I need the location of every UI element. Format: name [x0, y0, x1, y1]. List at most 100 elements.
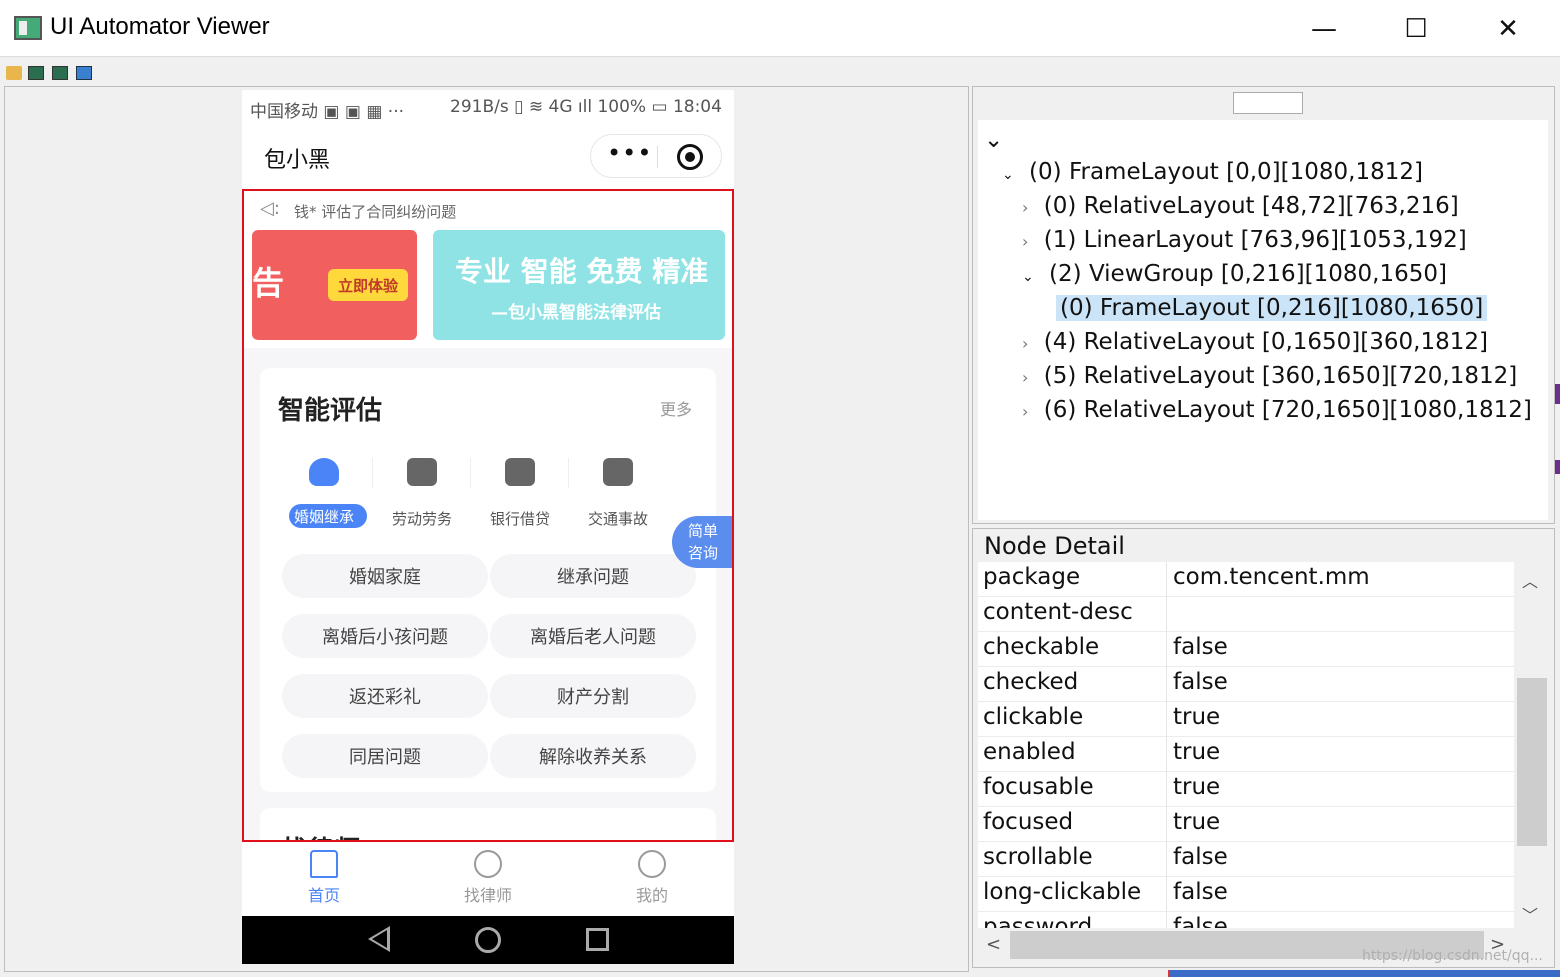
hierarchy-tree[interactable]: ⌄ ⌄ (0) FrameLayout [0,0][1080,1812] › (… — [978, 120, 1548, 520]
topic-chip[interactable]: 离婚后小孩问题 — [282, 614, 488, 658]
column-divider — [1166, 667, 1167, 702]
tree-node[interactable]: › (1) LinearLayout [763,96][1053,192] — [1022, 224, 1467, 256]
banner-left-text: 告 — [252, 264, 285, 302]
node-detail-table[interactable]: package com.tencent.mm content-desc chec… — [978, 562, 1514, 928]
tree-node-label: (4) RelativeLayout [0,1650][360,1812] — [1043, 329, 1488, 355]
expand-arrow-icon[interactable]: ⌄ — [984, 127, 1003, 153]
topic-chip[interactable]: 继承问题 — [490, 554, 696, 598]
device-screenshot-compressed-icon[interactable] — [52, 66, 68, 80]
tree-node-selected[interactable]: (0) FrameLayout [0,216][1080,1650] — [1056, 292, 1488, 324]
category-marriage[interactable]: 婚姻继承 — [275, 458, 373, 538]
detail-value: true — [1173, 704, 1221, 730]
column-divider — [1166, 842, 1167, 877]
tab-label: 我的 — [635, 886, 668, 905]
detail-value: false — [1173, 669, 1228, 695]
tree-node[interactable]: › (0) RelativeLayout [48,72][763,216] — [1022, 190, 1459, 222]
expand-arrow-icon[interactable]: › — [1022, 198, 1028, 217]
column-divider — [1166, 562, 1167, 597]
expand-arrow-icon[interactable]: › — [1022, 232, 1028, 251]
bank-card-icon — [505, 458, 535, 486]
more-icon[interactable]: ••• — [607, 139, 652, 167]
tree-node[interactable]: ⌄ (2) ViewGroup [0,216][1080,1650] — [1022, 258, 1447, 290]
more-link[interactable]: 更多 — [660, 396, 692, 420]
tree-node-label: (0) FrameLayout [0,216][1080,1650] — [1056, 295, 1488, 321]
detail-key: focused — [983, 809, 1074, 835]
topic-chip[interactable]: 财产分割 — [490, 674, 696, 718]
scroll-left-icon[interactable]: < — [986, 934, 1001, 955]
detail-row[interactable]: checkable false — [978, 632, 1514, 667]
banner-carousel[interactable]: 告 立即体验 专业 智能 免费 精准 —包小黑智能法律评估 — [242, 230, 734, 348]
tab-home[interactable]: 首页 — [264, 850, 384, 910]
detail-row[interactable]: enabled true — [978, 737, 1514, 772]
close-target-icon[interactable] — [677, 144, 703, 170]
smart-evaluation-card: 智能评估 更多 婚姻继承 劳动劳务 银行借贷 交通事故 婚姻家庭 继承问题 离婚… — [260, 368, 716, 792]
phone-status-bar: 中国移动 ▣ ▣ ▦ ··· 291B/s ▯ ≋ 4G ıll 100% ▭ … — [242, 90, 734, 126]
tab-find-lawyer[interactable]: 找律师 — [428, 850, 548, 910]
topic-chip[interactable]: 同居问题 — [282, 734, 488, 778]
category-label: 婚姻继承 — [293, 508, 354, 526]
minimize-button[interactable]: — — [1278, 0, 1370, 57]
simple-consult-button[interactable]: 简单 咨询 — [672, 516, 734, 568]
tree-node[interactable]: › (6) RelativeLayout [720,1650][1080,181… — [1022, 394, 1532, 426]
category-traffic[interactable]: 交通事故 — [569, 458, 667, 538]
vertical-scroll-thumb[interactable] — [1517, 678, 1547, 846]
banner-left[interactable]: 告 立即体验 — [252, 230, 417, 340]
tab-label: 找律师 — [463, 886, 512, 905]
detail-row[interactable]: long-clickable false — [978, 877, 1514, 912]
device-screenshot[interactable]: 中国移动 ▣ ▣ ▦ ··· 291B/s ▯ ≋ 4G ıll 100% ▭ … — [242, 90, 734, 964]
status-indicators: 291B/s ▯ ≋ 4G ıll 100% ▭ 18:04 — [450, 97, 722, 117]
home-circle-icon[interactable] — [475, 927, 501, 953]
topic-chip[interactable]: 离婚后老人问题 — [490, 614, 696, 658]
tab-label: 首页 — [307, 886, 340, 905]
tab-mine[interactable]: 我的 — [592, 850, 712, 910]
topic-chip[interactable]: 解除收养关系 — [490, 734, 696, 778]
app-icon — [14, 16, 42, 40]
float-line-1: 简单 — [687, 522, 718, 540]
open-folder-icon[interactable] — [6, 66, 22, 80]
maximize-button[interactable]: ☐ — [1370, 0, 1462, 57]
tree-node-label: (2) ViewGroup [0,216][1080,1650] — [1049, 261, 1447, 287]
detail-row[interactable]: focusable true — [978, 772, 1514, 807]
detail-value: true — [1173, 809, 1221, 835]
background-taskbar-edge — [1170, 970, 1560, 977]
toolbar — [0, 60, 1560, 84]
detail-row[interactable]: package com.tencent.mm — [978, 562, 1514, 597]
try-now-button[interactable]: 立即体验 — [328, 269, 408, 301]
detail-row[interactable]: content-desc — [978, 597, 1514, 632]
expand-arrow-icon[interactable]: ⌄ — [1002, 167, 1014, 183]
column-divider — [1166, 772, 1167, 807]
detail-row[interactable]: clickable true — [978, 702, 1514, 737]
category-labor[interactable]: 劳动劳务 — [373, 458, 471, 538]
expand-arrow-icon[interactable]: ⌄ — [1022, 269, 1034, 285]
expand-arrow-icon[interactable]: › — [1022, 334, 1028, 353]
scroll-up-icon[interactable]: ︿ — [1522, 568, 1538, 592]
detail-row[interactable]: password false — [978, 912, 1514, 928]
tree-toolbar-field[interactable] — [1233, 92, 1303, 114]
save-icon[interactable] — [76, 66, 92, 80]
category-bank-loan[interactable]: 银行借贷 — [471, 458, 569, 538]
android-nav-bar — [242, 916, 734, 964]
expand-arrow-icon[interactable]: › — [1022, 402, 1028, 421]
back-icon[interactable] — [368, 926, 390, 952]
detail-row[interactable]: scrollable false — [978, 842, 1514, 877]
capsule-menu[interactable]: ••• — [590, 134, 722, 178]
tree-node[interactable]: › (4) RelativeLayout [0,1650][360,1812] — [1022, 326, 1488, 358]
recent-apps-icon[interactable] — [586, 928, 609, 951]
category-label: 劳动劳务 — [391, 510, 452, 528]
tree-node[interactable]: ⌄ (0) FrameLayout [0,0][1080,1812] — [1002, 156, 1423, 188]
close-button[interactable]: ✕ — [1462, 0, 1554, 57]
banner-right[interactable]: 专业 智能 免费 精准 —包小黑智能法律评估 — [433, 230, 725, 340]
expand-arrow-icon[interactable]: › — [1022, 368, 1028, 387]
carrier-text: 中国移动 ▣ ▣ ▦ ··· — [250, 102, 405, 122]
tree-node[interactable]: › (5) RelativeLayout [360,1650][720,1812… — [1022, 360, 1517, 392]
tree-node-label: (0) RelativeLayout [48,72][763,216] — [1043, 193, 1459, 219]
detail-row[interactable]: focused true — [978, 807, 1514, 842]
detail-row[interactable]: checked false — [978, 667, 1514, 702]
topic-chip[interactable]: 婚姻家庭 — [282, 554, 488, 598]
scroll-down-icon[interactable]: ﹀ — [1522, 902, 1538, 926]
home-icon — [310, 850, 338, 878]
topic-chip[interactable]: 返还彩礼 — [282, 674, 488, 718]
device-screenshot-icon[interactable] — [28, 66, 44, 80]
tree-root-row[interactable]: ⌄ — [984, 124, 1003, 156]
detail-key: checked — [983, 669, 1079, 695]
